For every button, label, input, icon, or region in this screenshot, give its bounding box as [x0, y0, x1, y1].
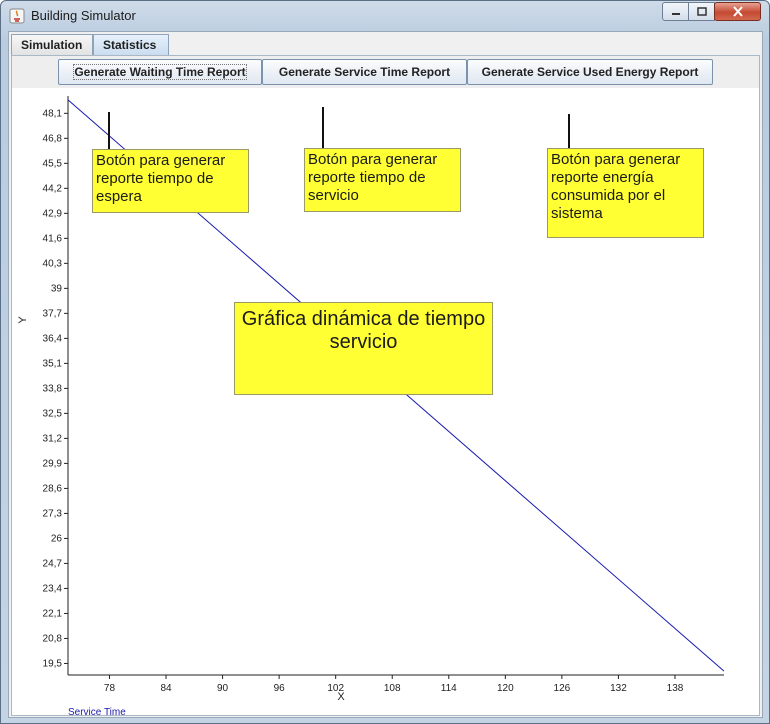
y-tick-label: 42,9: [43, 208, 63, 219]
x-tick-label: 108: [384, 683, 401, 694]
generate-energy-report-button[interactable]: Generate Service Used Energy Report: [467, 59, 713, 85]
x-tick-label: 78: [104, 683, 116, 694]
maximize-icon: [696, 6, 707, 16]
y-tick-label: 28,6: [43, 483, 63, 494]
y-axis-label: Y: [17, 316, 29, 324]
tab-statistics[interactable]: Statistics: [93, 34, 169, 56]
x-tick-label: 114: [441, 683, 457, 694]
y-tick-label: 33,8: [43, 383, 63, 394]
y-tick-label: 39: [51, 283, 63, 294]
minimize-button[interactable]: [662, 2, 689, 21]
waiting-time-button-label: Generate Waiting Time Report: [73, 64, 247, 80]
tab-simulation[interactable]: Simulation: [11, 34, 93, 56]
y-tick-label: 20,8: [43, 633, 63, 644]
statistics-panel: Generate Waiting Time Report Generate Se…: [11, 55, 760, 718]
legend-series-label: Service Time: [68, 707, 126, 718]
note-energy: Botón para generar reporte energía consu…: [547, 148, 704, 238]
y-tick-label: 46,8: [43, 133, 63, 144]
generate-waiting-time-report-button[interactable]: Generate Waiting Time Report: [58, 59, 262, 85]
x-tick-label: 96: [274, 683, 286, 694]
y-tick-label: 19,5: [43, 658, 63, 669]
x-tick-label: 120: [497, 683, 514, 694]
y-tick-label: 36,4: [43, 333, 63, 344]
x-tick-label: 126: [554, 683, 571, 694]
minimize-icon: [671, 12, 680, 15]
y-tick-label: 24,7: [43, 558, 63, 569]
note-dynamic-chart: Gráfica dinámica de tiempo servicio: [234, 302, 493, 395]
close-button[interactable]: [714, 2, 761, 21]
y-tick-label: 48,1: [43, 108, 63, 119]
x-tick-label: 90: [217, 683, 229, 694]
y-tick-label: 29,9: [43, 458, 63, 469]
note-service-time: Botón para generar reporte tiempo de ser…: [304, 148, 461, 212]
y-tick-label: 27,3: [43, 508, 63, 519]
y-tick-label: 35,1: [43, 358, 63, 369]
y-tick-label: 37,7: [43, 308, 63, 319]
close-icon: [732, 6, 743, 17]
y-tick-label: 26: [51, 533, 63, 544]
y-tick-label: 22,1: [43, 608, 63, 619]
y-tick-label: 31,2: [43, 433, 63, 444]
x-tick-label: 84: [160, 683, 172, 694]
note-waiting-time: Botón para generar reporte tiempo de esp…: [92, 149, 249, 213]
x-tick-label: 138: [667, 683, 684, 694]
main-content: Simulation Statistics Generate Waiting T…: [8, 31, 763, 718]
generate-service-time-report-button[interactable]: Generate Service Time Report: [262, 59, 467, 85]
app-window: Building Simulator Simulation Statistics…: [0, 0, 770, 724]
chart-area: 19,5 20,8 22,1 23,4 24,7 26 27,3 28,6 29,9 31,2 32…: [12, 88, 759, 718]
title-bar[interactable]: Building Simulator: [1, 1, 769, 31]
java-app-icon: [9, 8, 25, 24]
y-tick-label: 45,5: [43, 158, 63, 169]
x-axis-label: X: [337, 691, 345, 703]
y-tick-label: 41,6: [43, 233, 63, 244]
window-title: Building Simulator: [31, 8, 136, 23]
x-tick-label: 132: [610, 683, 627, 694]
y-tick-label: 23,4: [43, 583, 63, 594]
y-tick-label: 44,2: [43, 183, 63, 194]
maximize-button[interactable]: [688, 2, 715, 21]
y-tick-label: 32,5: [43, 408, 63, 419]
y-tick-label: 40,3: [43, 258, 63, 269]
